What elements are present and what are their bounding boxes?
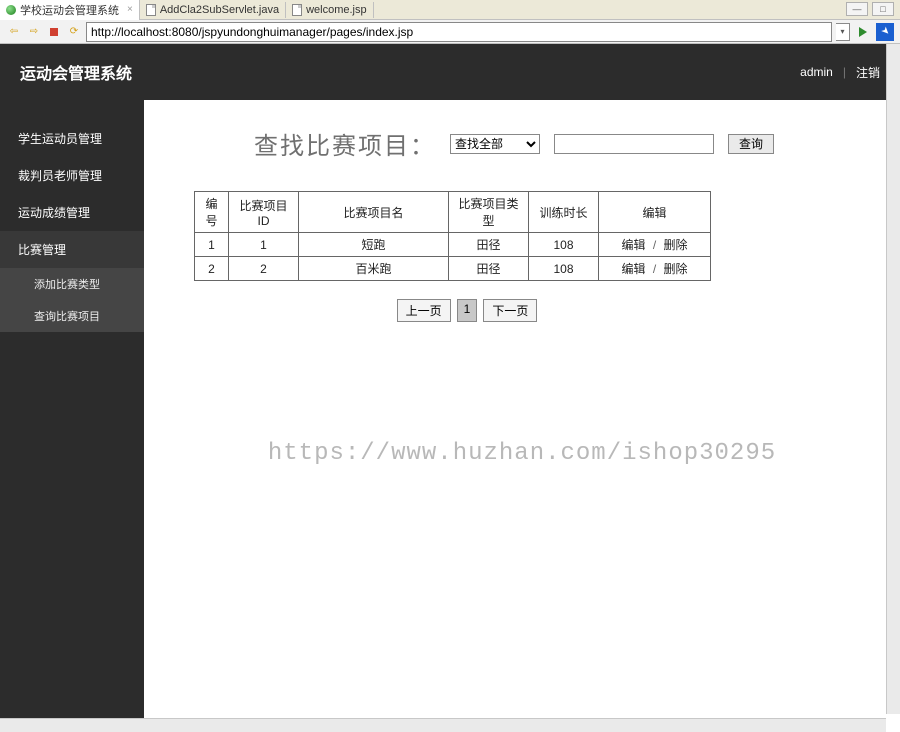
maximize-button[interactable]: □ (872, 2, 894, 16)
sidebar-sub-query-item[interactable]: 查询比赛项目 (0, 300, 144, 332)
file-icon (146, 4, 156, 16)
edit-link[interactable]: 编辑 (621, 262, 645, 276)
ide-tab-label: 学校运动会管理系统 (20, 2, 119, 18)
go-button[interactable] (854, 23, 872, 41)
close-icon[interactable]: × (127, 4, 133, 15)
cell-type: 田径 (449, 257, 529, 281)
watermark: https://www.huzhan.com/ishop30295 (144, 440, 900, 467)
cell-type: 田径 (449, 233, 529, 257)
cell-index: 2 (195, 257, 229, 281)
table-row: 1 1 短跑 田径 108 编辑 / 删除 (195, 233, 711, 257)
logout-link[interactable]: 注销 (856, 64, 880, 81)
ide-tab-jsp[interactable]: welcome.jsp (286, 2, 374, 18)
th-index: 编号 (195, 192, 229, 233)
pager-next[interactable]: 下一页 (483, 299, 537, 322)
sidebar-item-athletes[interactable]: 学生运动员管理 (0, 120, 144, 157)
sidebar: 学生运动员管理 裁判员老师管理 运动成绩管理 比赛管理 添加比赛类型 查询比赛项… (0, 100, 144, 732)
pagination: 上一页 1 下一页 (144, 299, 880, 322)
ide-tab-servlet[interactable]: AddCla2SubServlet.java (140, 2, 286, 18)
pager-prev[interactable]: 上一页 (397, 299, 451, 322)
external-button[interactable]: ➤ (876, 23, 894, 41)
cell-duration: 108 (529, 233, 599, 257)
ide-tab-app[interactable]: 学校运动会管理系统 × (0, 0, 140, 20)
th-id: 比赛项目ID (229, 192, 299, 233)
forward-button[interactable]: ⇨ (26, 24, 42, 40)
table-row: 2 2 百米跑 田径 108 编辑 / 删除 (195, 257, 711, 281)
delete-link[interactable]: 删除 (664, 238, 688, 252)
sidebar-item-scores[interactable]: 运动成绩管理 (0, 194, 144, 231)
cell-id: 1 (229, 233, 299, 257)
search-button[interactable]: 查询 (728, 134, 774, 154)
back-button[interactable]: ⇦ (6, 24, 22, 40)
sidebar-item-competition[interactable]: 比赛管理 (0, 231, 144, 268)
search-title: 查找比赛项目： (254, 126, 436, 161)
sidebar-sub-add-type[interactable]: 添加比赛类型 (0, 268, 144, 300)
scrollbar-horizontal[interactable] (0, 718, 886, 732)
scrollbar-vertical[interactable] (886, 44, 900, 714)
pager-current: 1 (457, 299, 478, 322)
table-header-row: 编号 比赛项目ID 比赛项目名 比赛项目类型 训练时长 编辑 (195, 192, 711, 233)
delete-link[interactable]: 删除 (664, 262, 688, 276)
cell-operation: 编辑 / 删除 (599, 233, 711, 257)
url-input[interactable] (86, 22, 832, 42)
edit-link[interactable]: 编辑 (621, 238, 645, 252)
minimize-button[interactable]: — (846, 2, 868, 16)
content-area: 查找比赛项目： 查找全部 查询 编号 比赛项目ID 比赛项目名 比赛项目类型 训… (144, 100, 900, 732)
ide-tab-bar: 学校运动会管理系统 × AddCla2SubServlet.java welco… (0, 0, 900, 20)
cell-duration: 108 (529, 257, 599, 281)
cell-operation: 编辑 / 删除 (599, 257, 711, 281)
search-row: 查找比赛项目： 查找全部 查询 (254, 126, 880, 161)
file-icon (292, 4, 302, 16)
user-label[interactable]: admin (800, 65, 833, 79)
cell-name: 百米跑 (299, 257, 449, 281)
cell-id: 2 (229, 257, 299, 281)
op-separator: / (653, 262, 656, 276)
sidebar-item-referees[interactable]: 裁判员老师管理 (0, 157, 144, 194)
stop-icon (50, 28, 58, 36)
results-table: 编号 比赛项目ID 比赛项目名 比赛项目类型 训练时长 编辑 1 1 短跑 田径 (194, 191, 711, 281)
refresh-button[interactable]: ⟳ (66, 24, 82, 40)
play-icon (859, 27, 867, 37)
search-input[interactable] (554, 134, 714, 154)
app-header: 运动会管理系统 admin | 注销 (0, 44, 900, 100)
app-title: 运动会管理系统 (20, 60, 132, 84)
th-name: 比赛项目名 (299, 192, 449, 233)
external-icon: ➤ (878, 25, 892, 39)
ide-tab-label: welcome.jsp (306, 4, 367, 16)
th-type: 比赛项目类型 (449, 192, 529, 233)
cell-name: 短跑 (299, 233, 449, 257)
window-controls: — □ (846, 2, 894, 16)
globe-icon (6, 5, 16, 15)
search-select[interactable]: 查找全部 (450, 134, 540, 154)
op-separator: / (653, 238, 656, 252)
cell-index: 1 (195, 233, 229, 257)
th-operation: 编辑 (599, 192, 711, 233)
th-duration: 训练时长 (529, 192, 599, 233)
browser-toolbar: ⇦ ⇨ ⟳ ▾ ➤ (0, 20, 900, 44)
divider: | (843, 65, 846, 79)
ide-tab-label: AddCla2SubServlet.java (160, 4, 279, 16)
stop-button[interactable] (46, 24, 62, 40)
url-dropdown[interactable]: ▾ (836, 23, 850, 41)
